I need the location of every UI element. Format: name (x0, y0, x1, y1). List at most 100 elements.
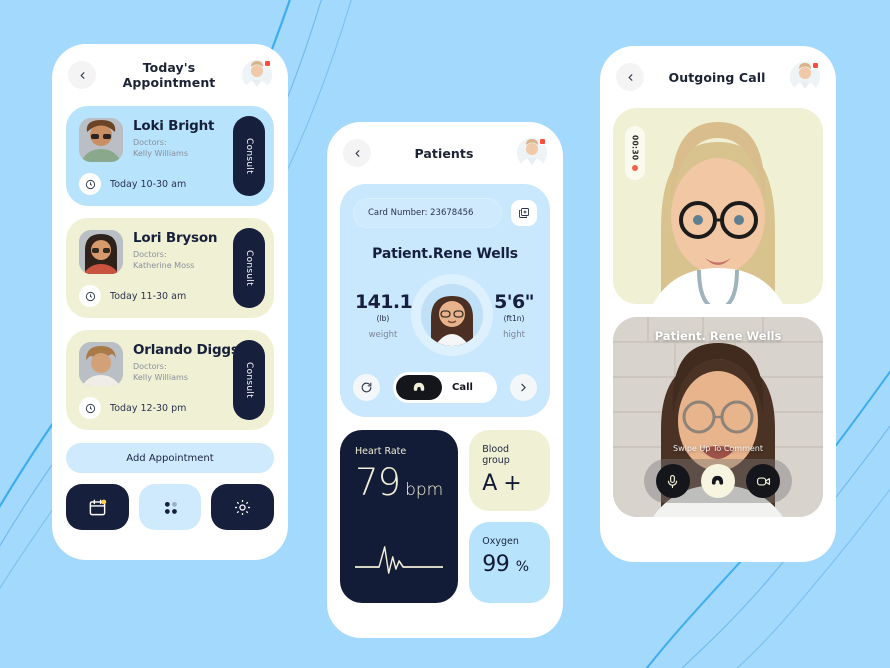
weight-value: 141.1 (355, 290, 413, 313)
tab-calendar[interactable] (66, 484, 129, 530)
appointment-time-row: Today 12-30 pm (79, 397, 186, 419)
page-title: Outgoing Call (668, 69, 766, 85)
weight-unit: (lb) (376, 313, 390, 323)
clock-icon (85, 403, 95, 413)
card-number-field[interactable]: Card Number: 23678456 (353, 198, 502, 228)
doctor-avatar[interactable] (790, 62, 820, 92)
appointment-time: Today 11-30 am (110, 290, 187, 302)
patients-header: Patients (327, 122, 563, 184)
page-title: Patients (414, 145, 474, 161)
doctor-avatar[interactable] (242, 60, 272, 90)
doctor-avatar[interactable] (517, 138, 547, 168)
appointment-time: Today 10-30 am (110, 178, 187, 190)
caller-name: Patient. Rene Wells (654, 329, 782, 343)
clock-icon-wrapper (79, 285, 101, 307)
height-stat: 5'6" (ft1n) hight (493, 291, 535, 340)
consult-button[interactable]: Consult (233, 340, 265, 420)
chevron-left-icon (628, 73, 632, 81)
oxygen-label: Oxygen (482, 536, 519, 547)
phone-handset-icon (413, 382, 425, 391)
consult-label: Consult (244, 249, 254, 287)
weight-stat: 141.1 (lb) weight (355, 290, 413, 340)
refresh-icon (361, 382, 372, 393)
video-toggle-button[interactable] (746, 464, 781, 498)
ecg-graph (354, 539, 444, 587)
bottom-tabbar (52, 473, 288, 530)
back-button[interactable] (616, 63, 644, 91)
notification-badge (539, 138, 546, 145)
blood-group-card: Blood group A + (469, 430, 550, 511)
heart-rate-label: Heart Rate (355, 446, 407, 457)
clock-icon (85, 179, 95, 189)
tab-settings[interactable] (211, 484, 275, 530)
video-camera-icon (756, 476, 770, 486)
chevron-right-icon (521, 383, 526, 392)
appointment-time-row: Today 11-30 am (79, 285, 186, 307)
metrics-right-column: Blood group A + Oxygen 99 % (469, 430, 550, 603)
appointment-time-row: Today 10-30 am (79, 173, 186, 195)
appointments-header: Today's Appointment (52, 44, 288, 106)
heart-rate-value: 79 (355, 461, 401, 504)
grid-dots-icon (164, 501, 177, 514)
oxygen-value-row: 99 % (482, 552, 537, 577)
card-number-row: Card Number: 23678456 (353, 198, 537, 228)
calendar-icon (89, 499, 107, 515)
appointments-list: Loki Bright Doctors: Kelly Williams Toda… (52, 106, 288, 430)
vitals-row: 141.1 (lb) weight 5'6" (ft1n) hight (353, 274, 537, 356)
swipe-hint: Swipe Up To Comment (672, 444, 764, 453)
patient-detail-panel: Card Number: 23678456 Patient.Rene Wells… (340, 184, 550, 417)
oxygen-value: 99 (482, 552, 510, 577)
heart-rate-value-row: 79 bpm (355, 464, 443, 501)
next-button[interactable] (510, 374, 537, 401)
call-button[interactable]: Call (393, 372, 497, 403)
doctor-video-panel: 00:30 (613, 108, 823, 304)
consult-button[interactable]: Consult (233, 116, 265, 196)
gear-icon (235, 499, 251, 515)
chevron-left-icon (355, 149, 359, 157)
call-timer: 00:30 (630, 134, 640, 161)
back-button[interactable] (68, 61, 96, 89)
height-value: 5'6" (494, 290, 534, 313)
clock-icon-wrapper (79, 397, 101, 419)
oxygen-card: Oxygen 99 % (469, 522, 550, 603)
patient-avatar-ring (411, 274, 493, 356)
mute-button[interactable] (655, 464, 690, 498)
height-label: hight (503, 329, 525, 340)
patient-name-title: Patient.Rene Wells (372, 246, 518, 262)
notification-badge (812, 62, 819, 69)
appointment-card[interactable]: Orlando Diggs Doctors: Kelly Williams To… (66, 330, 274, 430)
patient-video-panel: Patient. Rene Wells Swipe Up To Comment (613, 317, 823, 517)
phone-outgoing-call: Outgoing Call 00:30 Patient. Rene Wells … (600, 46, 836, 562)
appointment-card[interactable]: Loki Bright Doctors: Kelly Williams Toda… (66, 106, 274, 206)
call-label: Call (452, 382, 473, 393)
call-header: Outgoing Call (600, 46, 836, 108)
copy-card-button[interactable] (511, 200, 537, 226)
ecg-waveform-icon (354, 546, 444, 574)
metrics-row: Heart Rate 79 bpm Blood group A + Oxygen… (327, 417, 563, 603)
blood-group-label: Blood group (482, 444, 510, 466)
microphone-icon (668, 474, 678, 488)
chevron-left-icon (80, 71, 84, 79)
phone-patients: Patients Card Number: 23678456 Patient.R… (327, 122, 563, 638)
patient-photo (79, 342, 123, 386)
consult-button[interactable]: Consult (233, 228, 265, 308)
clock-icon-wrapper (79, 173, 101, 195)
copy-add-icon (519, 208, 529, 218)
call-icon-wrapper (396, 375, 442, 400)
appointment-card[interactable]: Lori Bryson Doctors: Katherine Moss Toda… (66, 218, 274, 318)
tab-dashboard[interactable] (138, 484, 202, 530)
call-controls-bar (644, 459, 792, 503)
consult-label: Consult (244, 361, 254, 399)
patient-avatar (421, 284, 483, 346)
clock-icon (85, 291, 95, 301)
add-appointment-button[interactable]: Add Appointment (66, 443, 274, 473)
refresh-button[interactable] (353, 374, 380, 401)
call-timer-pill: 00:30 (625, 126, 645, 180)
page-title: Today's Appointment (122, 60, 216, 90)
consult-label: Consult (244, 137, 254, 175)
patient-photo (79, 118, 123, 162)
end-call-button[interactable] (700, 464, 735, 498)
oxygen-unit: % (515, 559, 529, 575)
blood-group-value: A + (482, 471, 522, 496)
back-button[interactable] (343, 139, 371, 167)
